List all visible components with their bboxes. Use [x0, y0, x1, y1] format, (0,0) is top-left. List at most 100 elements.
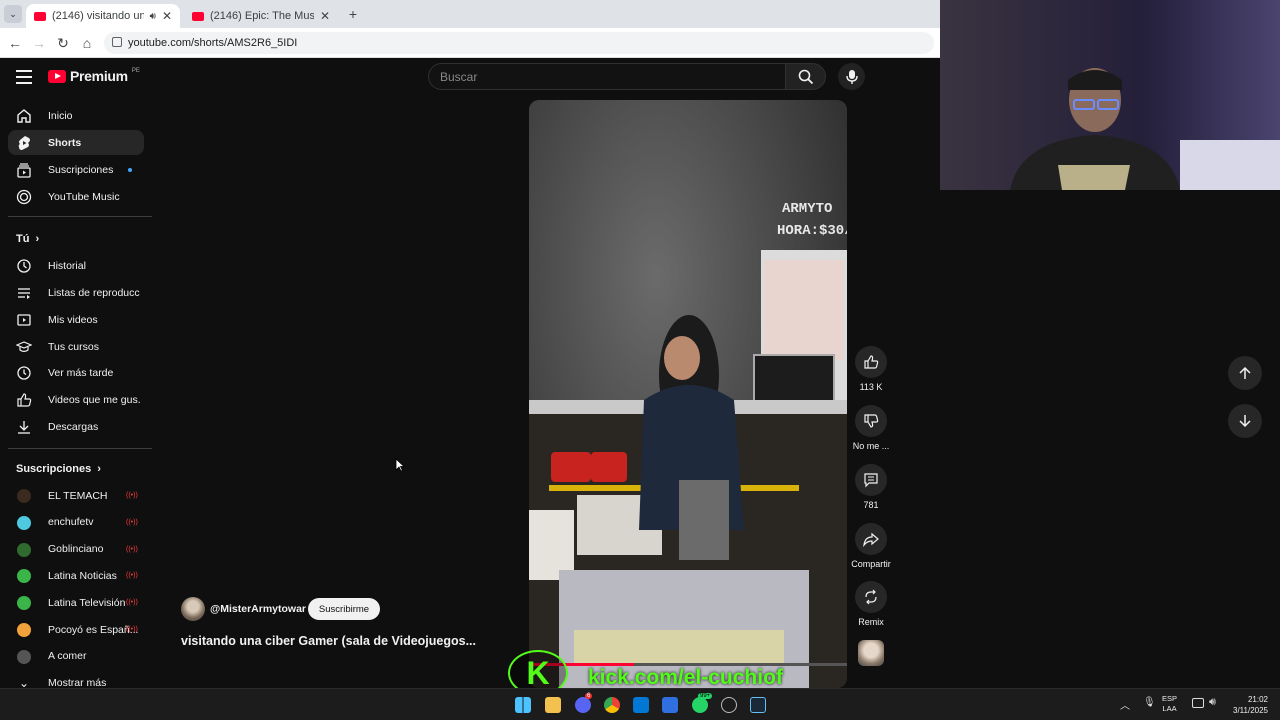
- shorts-video-player[interactable]: ARMYTO HORA:$30/: [529, 100, 847, 688]
- channel-avatar[interactable]: [181, 597, 205, 621]
- subscription-item[interactable]: Latina Noticias ((•)): [8, 563, 144, 588]
- channel-name[interactable]: @MisterArmytowar: [210, 603, 306, 615]
- reload-button[interactable]: ↻: [54, 34, 72, 52]
- sidebar-item-youtube-music[interactable]: YouTube Music: [8, 184, 144, 209]
- whatsapp-icon[interactable]: [692, 697, 708, 713]
- remix-label: Remix: [858, 617, 884, 627]
- subscribe-label: Suscribirme: [318, 603, 370, 615]
- clock-date: 3/11/2025: [1233, 706, 1268, 715]
- channel-avatar: [16, 488, 32, 504]
- channel-avatar: [16, 595, 32, 611]
- keyboard-layout: LAA: [1162, 704, 1177, 713]
- chevron-right-icon: ›: [97, 463, 101, 475]
- subscription-label: Pocoyó es Españ...: [48, 623, 139, 636]
- sidebar-item-label: Descargas: [48, 420, 99, 433]
- file-explorer-icon[interactable]: [545, 697, 561, 713]
- new-content-dot: [128, 168, 132, 172]
- subscription-label: EL TEMACH: [48, 489, 108, 502]
- share-button[interactable]: [855, 523, 887, 555]
- next-short-button[interactable]: [1228, 404, 1262, 438]
- subscription-label: enchufetv: [48, 516, 94, 529]
- live-indicator-icon: ((•)): [126, 518, 138, 526]
- forward-button[interactable]: →: [30, 34, 48, 52]
- search-input[interactable]: Buscar: [428, 63, 786, 90]
- subscription-item[interactable]: Goblinciano ((•)): [8, 537, 144, 562]
- network-icon[interactable]: [1192, 698, 1204, 708]
- sidebar-item-label: YouTube Music: [48, 190, 120, 203]
- steam-icon[interactable]: [750, 697, 766, 713]
- kick-logo-letter: K: [526, 654, 550, 691]
- sidebar-item-descargas[interactable]: Descargas: [8, 414, 144, 439]
- chrome-icon[interactable]: [604, 697, 620, 713]
- sidebar-item-tus-cursos[interactable]: Tus cursos: [8, 334, 144, 359]
- subscriptions-icon: [16, 162, 32, 178]
- subscription-item[interactable]: Pocoyó es Españ... ((•)): [8, 617, 144, 642]
- subscription-label: Goblinciano: [48, 543, 104, 556]
- browser-tab-active[interactable]: (2146) visitando una ciber G 🔊︎ ✕: [26, 4, 180, 28]
- subscription-item[interactable]: Latina Televisión ((•)): [8, 590, 144, 615]
- sidebar-item-ver-mas-tarde[interactable]: Ver más tarde: [8, 360, 144, 385]
- comments-button[interactable]: [855, 464, 887, 496]
- vscode-icon[interactable]: [633, 697, 649, 713]
- like-button[interactable]: [855, 346, 887, 378]
- back-button[interactable]: ←: [6, 34, 24, 52]
- subscription-item[interactable]: A comer: [8, 644, 144, 669]
- channel-avatar: [16, 568, 32, 584]
- site-info-icon[interactable]: [112, 37, 122, 47]
- address-field[interactable]: youtube.com/shorts/AMS2R6_5IDI: [104, 32, 934, 54]
- sidebar-item-suscripciones[interactable]: Suscripciones: [8, 157, 144, 182]
- hamburger-menu-icon[interactable]: [16, 70, 32, 84]
- channel-avatar: [16, 622, 32, 638]
- app-icon[interactable]: [662, 697, 678, 713]
- tab-close-icon[interactable]: ✕: [320, 9, 330, 23]
- you-heading-label: Tú: [16, 233, 30, 245]
- language-indicator[interactable]: ESP LAA: [1162, 694, 1177, 714]
- sign-text-line2: HORA:$30/: [777, 223, 847, 239]
- home-button[interactable]: ⌂: [78, 34, 96, 52]
- you-section-heading[interactable]: Tú ›: [16, 233, 39, 245]
- tab-list-button[interactable]: ⌄: [4, 5, 22, 23]
- sidebar-item-liked-videos[interactable]: Videos que me gus...: [8, 387, 144, 412]
- subscriptions-section-heading[interactable]: Suscripciones ›: [16, 463, 101, 475]
- tab-title: (2146) Epic: The Musical – La E: [210, 10, 314, 22]
- remix-button[interactable]: [855, 581, 887, 613]
- sidebar-item-listas[interactable]: Listas de reproducc...: [8, 280, 144, 305]
- clock[interactable]: 21:02 3/11/2025: [1228, 694, 1268, 716]
- video-title[interactable]: visitando una ciber Gamer (sala de Video…: [181, 634, 476, 648]
- home-icon: [16, 108, 32, 124]
- volume-icon[interactable]: 🔊︎: [1209, 696, 1216, 709]
- live-indicator-icon: ((•)): [126, 626, 138, 633]
- avatar: [17, 515, 31, 530]
- show-more-label: Mostrar más: [48, 676, 107, 689]
- dislike-button[interactable]: [855, 405, 887, 437]
- previous-short-button[interactable]: [1228, 356, 1262, 390]
- sidebar-item-inicio[interactable]: Inicio: [8, 103, 144, 128]
- download-icon: [16, 419, 32, 435]
- youtube-premium-logo[interactable]: Premium PE: [48, 68, 140, 84]
- microphone-tray-icon[interactable]: 🎙︎: [1143, 697, 1156, 708]
- tab-close-icon[interactable]: ✕: [162, 9, 172, 23]
- subscription-item[interactable]: enchufetv ((•)): [8, 510, 144, 535]
- windows-start-icon[interactable]: [515, 697, 531, 713]
- subscription-item[interactable]: EL TEMACH ((•)): [8, 483, 144, 508]
- clock-time: 21:02: [1247, 695, 1268, 704]
- tab-title: (2146) visitando una ciber G: [52, 10, 144, 22]
- new-tab-button[interactable]: +: [344, 5, 362, 23]
- hidden-icons-chevron-icon[interactable]: ︿: [1120, 697, 1130, 712]
- voice-search-button[interactable]: [838, 63, 865, 90]
- discord-badge: 6: [585, 693, 593, 699]
- avatar: [17, 569, 31, 584]
- subscribe-button[interactable]: Suscribirme: [308, 598, 380, 620]
- browser-tab[interactable]: (2146) Epic: The Musical – La E ✕: [184, 4, 338, 28]
- youtube-favicon-icon: [192, 11, 204, 21]
- dislike-label: No me ...: [852, 441, 890, 451]
- app-icon[interactable]: [721, 697, 737, 713]
- subscription-label: Latina Televisión: [48, 596, 126, 609]
- avatar: [17, 489, 31, 503]
- search-button[interactable]: [786, 63, 826, 90]
- audio-source-thumbnail[interactable]: [858, 640, 884, 666]
- sidebar-item-mis-videos[interactable]: Mis videos: [8, 307, 144, 332]
- sidebar-item-historial[interactable]: Historial: [8, 253, 144, 278]
- sidebar-item-shorts[interactable]: Shorts: [8, 130, 144, 155]
- discord-icon[interactable]: [575, 697, 591, 713]
